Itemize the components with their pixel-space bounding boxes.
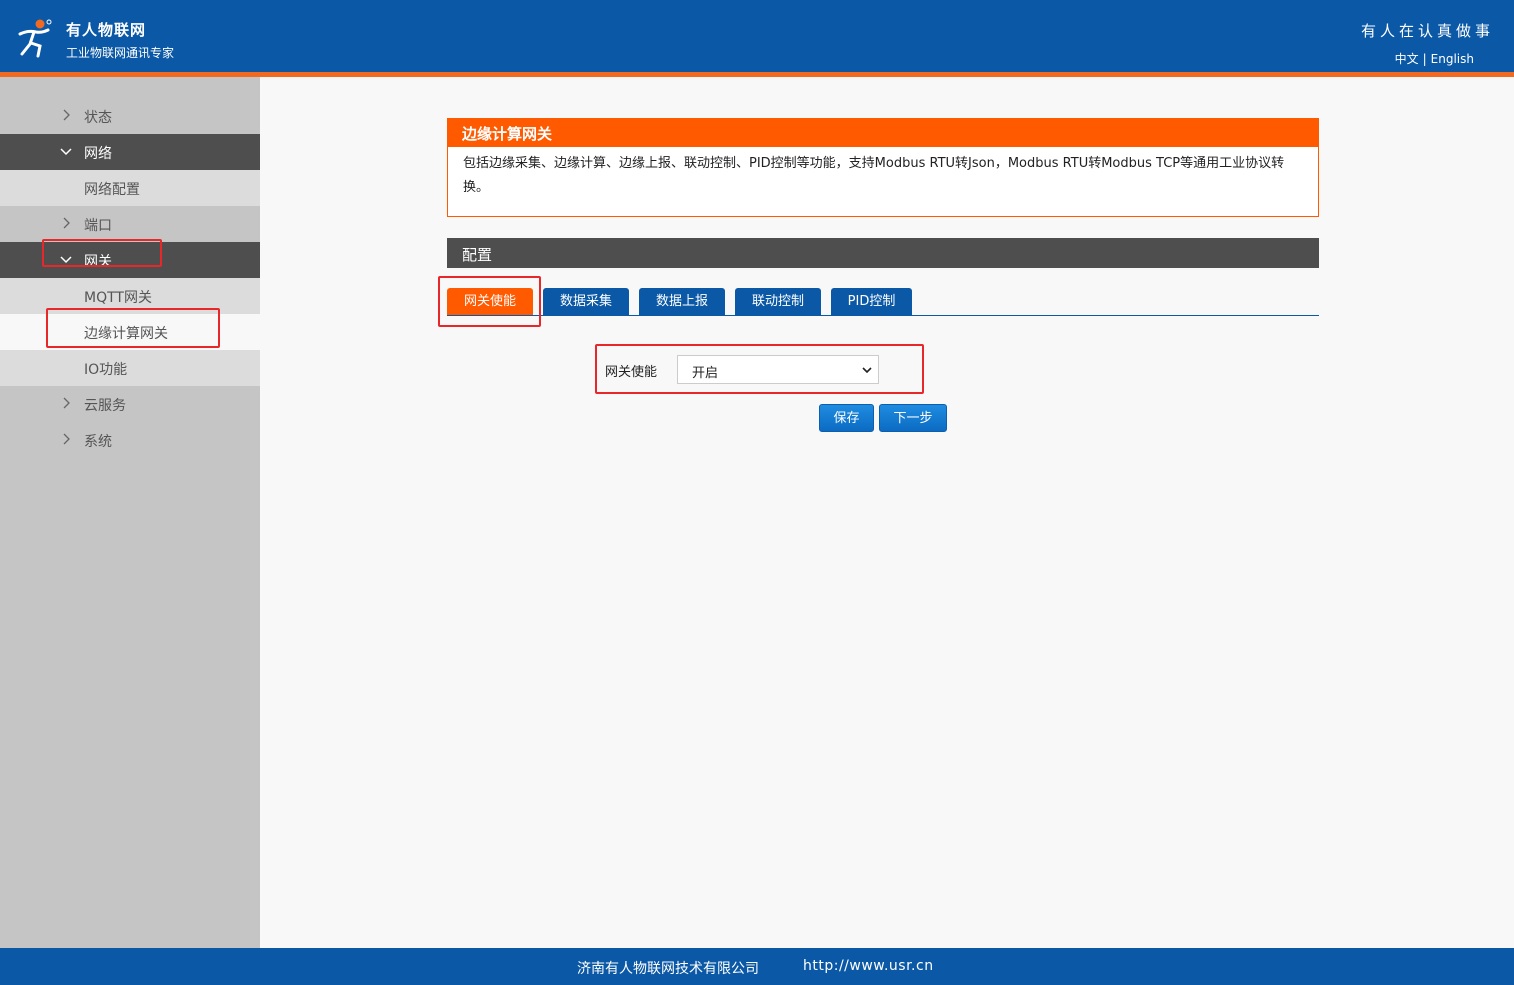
sidebar-item-system[interactable]: 系统 [0,422,260,458]
brand-name: 有人物联网 [66,21,147,39]
tab-pid-control[interactable]: PID控制 [831,288,912,315]
sidebar-item-label: 云服务 [84,398,126,414]
sidebar-item-edge-gateway[interactable]: 边缘计算网关 [0,314,260,350]
chevron-down-icon [862,367,872,374]
sidebar-item-port[interactable]: 端口 [0,206,260,242]
chevron-right-icon [63,397,70,409]
usr-logo-icon [18,19,52,58]
language-switcher: 中文 | English [1395,50,1474,67]
tab-gateway-enable[interactable]: 网关使能 [447,288,533,315]
config-tabs: 网关使能 数据采集 数据上报 联动控制 PID控制 [447,288,1319,316]
sidebar-item-label: 网络 [84,146,112,162]
tab-linkage-control[interactable]: 联动控制 [735,288,821,315]
gateway-enable-label: 网关使能 [605,365,658,380]
lang-en-link[interactable]: English [1431,52,1474,66]
footer-company: 济南有人物联网技术有限公司 [577,961,759,977]
tab-data-collection[interactable]: 数据采集 [543,288,629,315]
sidebar-item-label: IO功能 [84,362,128,378]
panel-title: 边缘计算网关 [448,119,1318,147]
sidebar-item-cloud[interactable]: 云服务 [0,386,260,422]
sidebar-item-label: 系统 [84,434,112,450]
footer-url[interactable]: http://www.usr.cn [803,958,934,974]
info-panel: 边缘计算网关 包括边缘采集、边缘计算、边缘上报、联动控制、PID控制等功能，支持… [447,118,1319,217]
motto: 有人在认真做事 [1360,22,1494,40]
select-value: 开启 [692,366,719,381]
sidebar-item-label: 状态 [84,110,112,126]
sidebar-item-status[interactable]: 状态 [0,98,260,134]
sidebar-item-gateway[interactable]: 网关 [0,242,260,278]
chevron-right-icon [63,433,70,445]
sidebar-item-label: 网络配置 [84,182,140,198]
brand-slogan: 工业物联网通讯专家 [66,46,175,60]
gateway-enable-select[interactable]: 开启 [677,355,879,384]
sidebar-item-label: 端口 [84,218,112,234]
next-step-button[interactable]: 下一步 [879,404,947,432]
chevron-down-icon [60,256,72,264]
app-header: 有人物联网 工业物联网通讯专家 有人在认真做事 中文 | English [0,0,1514,72]
lang-zh-link[interactable]: 中文 [1395,52,1419,66]
chevron-right-icon [63,217,70,229]
save-button[interactable]: 保存 [819,404,874,432]
lang-separator: | [1422,52,1427,66]
sidebar-item-label: MQTT网关 [84,290,152,306]
chevron-down-icon [60,148,72,156]
sidebar-item-network[interactable]: 网络 [0,134,260,170]
sidebar-item-network-config[interactable]: 网络配置 [0,170,260,206]
chevron-right-icon [63,109,70,121]
sidebar-item-label: 边缘计算网关 [84,326,168,342]
config-section-title: 配置 [447,238,1319,268]
sidebar-item-mqtt-gateway[interactable]: MQTT网关 [0,278,260,314]
sidebar-item-io[interactable]: IO功能 [0,350,260,386]
sidebar-item-label: 网关 [84,254,112,270]
sidebar: 状态 网络 网络配置 端口 网关 MQTT网关 边缘计算网关 IO功能 云服务 … [0,77,260,948]
panel-description: 包括边缘采集、边缘计算、边缘上报、联动控制、PID控制等功能，支持Modbus … [463,156,1285,195]
app-footer: 济南有人物联网技术有限公司 http://www.usr.cn [0,948,1514,985]
tab-data-report[interactable]: 数据上报 [639,288,725,315]
